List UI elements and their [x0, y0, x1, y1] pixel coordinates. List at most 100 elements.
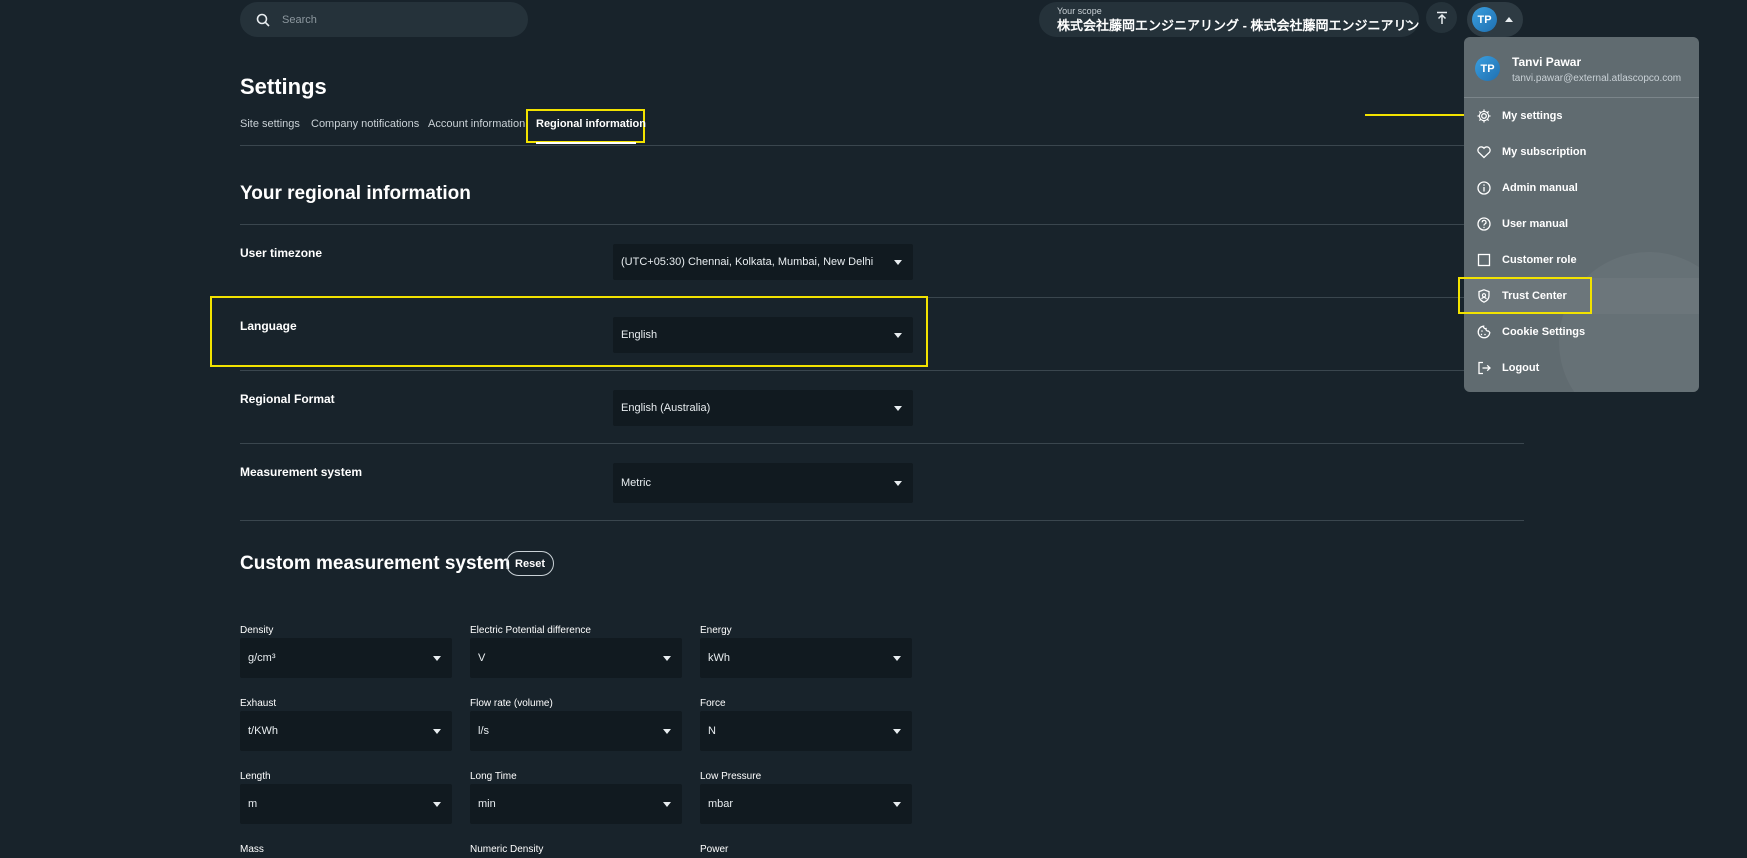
- divider: [240, 520, 1524, 521]
- caret-down-icon: [893, 656, 901, 661]
- menu-item-label: Customer role: [1502, 254, 1577, 266]
- menu-item-user-manual[interactable]: User manual: [1464, 206, 1699, 242]
- reset-button[interactable]: Reset: [506, 551, 554, 576]
- caret-down-icon: [663, 729, 671, 734]
- low-pressure-select[interactable]: mbar: [700, 784, 912, 824]
- menu-item-customer-role[interactable]: Customer role: [1464, 242, 1699, 278]
- caret-down-icon: [433, 656, 441, 661]
- electric-potential-select[interactable]: V: [470, 638, 682, 678]
- tab-account-information[interactable]: Account information: [428, 118, 525, 130]
- square-icon: [1477, 253, 1491, 267]
- density-value: g/cm³: [248, 652, 276, 664]
- energy-select[interactable]: kWh: [700, 638, 912, 678]
- regional-format-select[interactable]: English (Australia): [613, 390, 913, 426]
- language-select[interactable]: English: [613, 317, 913, 353]
- gear-icon: [1477, 109, 1491, 123]
- caret-down-icon: [893, 802, 901, 807]
- power-label: Power: [700, 844, 729, 855]
- tab-regional-information[interactable]: Regional information: [536, 118, 646, 130]
- menu-item-cookie-settings[interactable]: Cookie Settings: [1464, 314, 1699, 350]
- energy-value: kWh: [708, 652, 730, 664]
- density-select[interactable]: g/cm³: [240, 638, 452, 678]
- exhaust-select[interactable]: t/KWh: [240, 711, 452, 751]
- density-label: Density: [240, 625, 274, 636]
- flow-rate-label: Flow rate (volume): [470, 698, 553, 709]
- search-bar[interactable]: Search: [240, 2, 528, 37]
- length-select[interactable]: m: [240, 784, 452, 824]
- regional-format-label: Regional Format: [240, 392, 335, 406]
- exhaust-label: Exhaust: [240, 698, 277, 709]
- heart-icon: [1477, 146, 1491, 159]
- timezone-label: User timezone: [240, 246, 323, 260]
- search-input[interactable]: Search: [282, 14, 317, 26]
- length-value: m: [248, 798, 258, 810]
- help-icon: [1477, 217, 1491, 231]
- menu-item-label: User manual: [1502, 218, 1569, 230]
- divider: [240, 370, 1524, 371]
- info-icon: [1477, 181, 1491, 195]
- caret-down-icon: [663, 656, 671, 661]
- user-name: Tanvi Pawar: [1512, 55, 1582, 69]
- user-email: tanvi.pawar@external.atlascopco.com: [1512, 73, 1682, 84]
- tabs-divider: [240, 145, 1524, 146]
- user-menu: TP Tanvi Pawar tanvi.pawar@external.atla…: [1464, 37, 1699, 392]
- custom-section-title: Custom measurement system: [240, 553, 511, 574]
- caret-down-icon: [894, 260, 902, 265]
- user-menu-button[interactable]: TP: [1467, 2, 1523, 37]
- low-pressure-label: Low Pressure: [700, 771, 762, 782]
- chevron-down-icon: ⌄: [1402, 12, 1413, 26]
- regional-format-value: English (Australia): [621, 402, 711, 414]
- flow-rate-value: l/s: [478, 725, 489, 737]
- menu-item-label: My subscription: [1502, 146, 1587, 158]
- timezone-select[interactable]: (UTC+05:30) Chennai, Kolkata, Mumbai, Ne…: [613, 244, 913, 280]
- logout-icon: [1478, 361, 1491, 375]
- scope-value: 株式会社藤岡エンジニアリング - 株式会社藤岡エンジニアリング: [1057, 18, 1419, 33]
- tab-site-settings[interactable]: Site settings: [240, 118, 300, 130]
- language-value: English: [621, 329, 658, 341]
- force-select[interactable]: N: [700, 711, 912, 751]
- divider: [240, 224, 1524, 225]
- cookie-icon: [1477, 325, 1491, 339]
- long-time-value: min: [478, 798, 496, 810]
- tab-company-notifications[interactable]: Company notifications: [311, 118, 419, 130]
- flow-rate-select[interactable]: l/s: [470, 711, 682, 751]
- caret-down-icon: [894, 481, 902, 486]
- force-label: Force: [700, 698, 726, 709]
- caret-up-icon: [1505, 17, 1513, 22]
- mass-label: Mass: [240, 844, 264, 855]
- measurement-system-label: Measurement system: [240, 465, 363, 479]
- measurement-system-select[interactable]: Metric: [613, 463, 913, 503]
- caret-down-icon: [433, 802, 441, 807]
- energy-label: Energy: [700, 625, 732, 636]
- upload-icon: [1436, 11, 1447, 24]
- numeric-density-label: Numeric Density: [470, 844, 544, 855]
- search-icon: [256, 13, 270, 27]
- long-time-select[interactable]: min: [470, 784, 682, 824]
- caret-down-icon: [894, 333, 902, 338]
- caret-down-icon: [663, 802, 671, 807]
- annotation-arrow: [1365, 114, 1475, 116]
- force-value: N: [708, 725, 716, 737]
- exhaust-value: t/KWh: [248, 725, 278, 737]
- avatar: TP: [1475, 56, 1500, 81]
- menu-item-logout[interactable]: Logout: [1464, 350, 1699, 386]
- long-time-label: Long Time: [470, 771, 517, 782]
- menu-item-label: Cookie Settings: [1502, 326, 1586, 338]
- scope-selector[interactable]: Your scope 株式会社藤岡エンジニアリング - 株式会社藤岡エンジニアリ…: [1039, 2, 1419, 37]
- menu-item-admin-manual[interactable]: Admin manual: [1464, 170, 1699, 206]
- menu-item-label: My settings: [1502, 110, 1563, 122]
- menu-item-my-settings[interactable]: My settings: [1464, 98, 1699, 134]
- electric-potential-label: Electric Potential difference: [470, 625, 591, 636]
- menu-item-label: Admin manual: [1502, 182, 1578, 194]
- divider: [240, 443, 1524, 444]
- highlight-box-trust-center: [1458, 277, 1592, 314]
- avatar: TP: [1472, 7, 1497, 32]
- caret-down-icon: [893, 729, 901, 734]
- language-label: Language: [240, 319, 297, 333]
- electric-potential-value: V: [478, 652, 486, 664]
- caret-down-icon: [433, 729, 441, 734]
- menu-item-my-subscription[interactable]: My subscription: [1464, 134, 1699, 170]
- menu-avatar: TP: [1475, 56, 1500, 81]
- upload-button[interactable]: [1426, 2, 1457, 33]
- timezone-value: (UTC+05:30) Chennai, Kolkata, Mumbai, Ne…: [621, 256, 874, 268]
